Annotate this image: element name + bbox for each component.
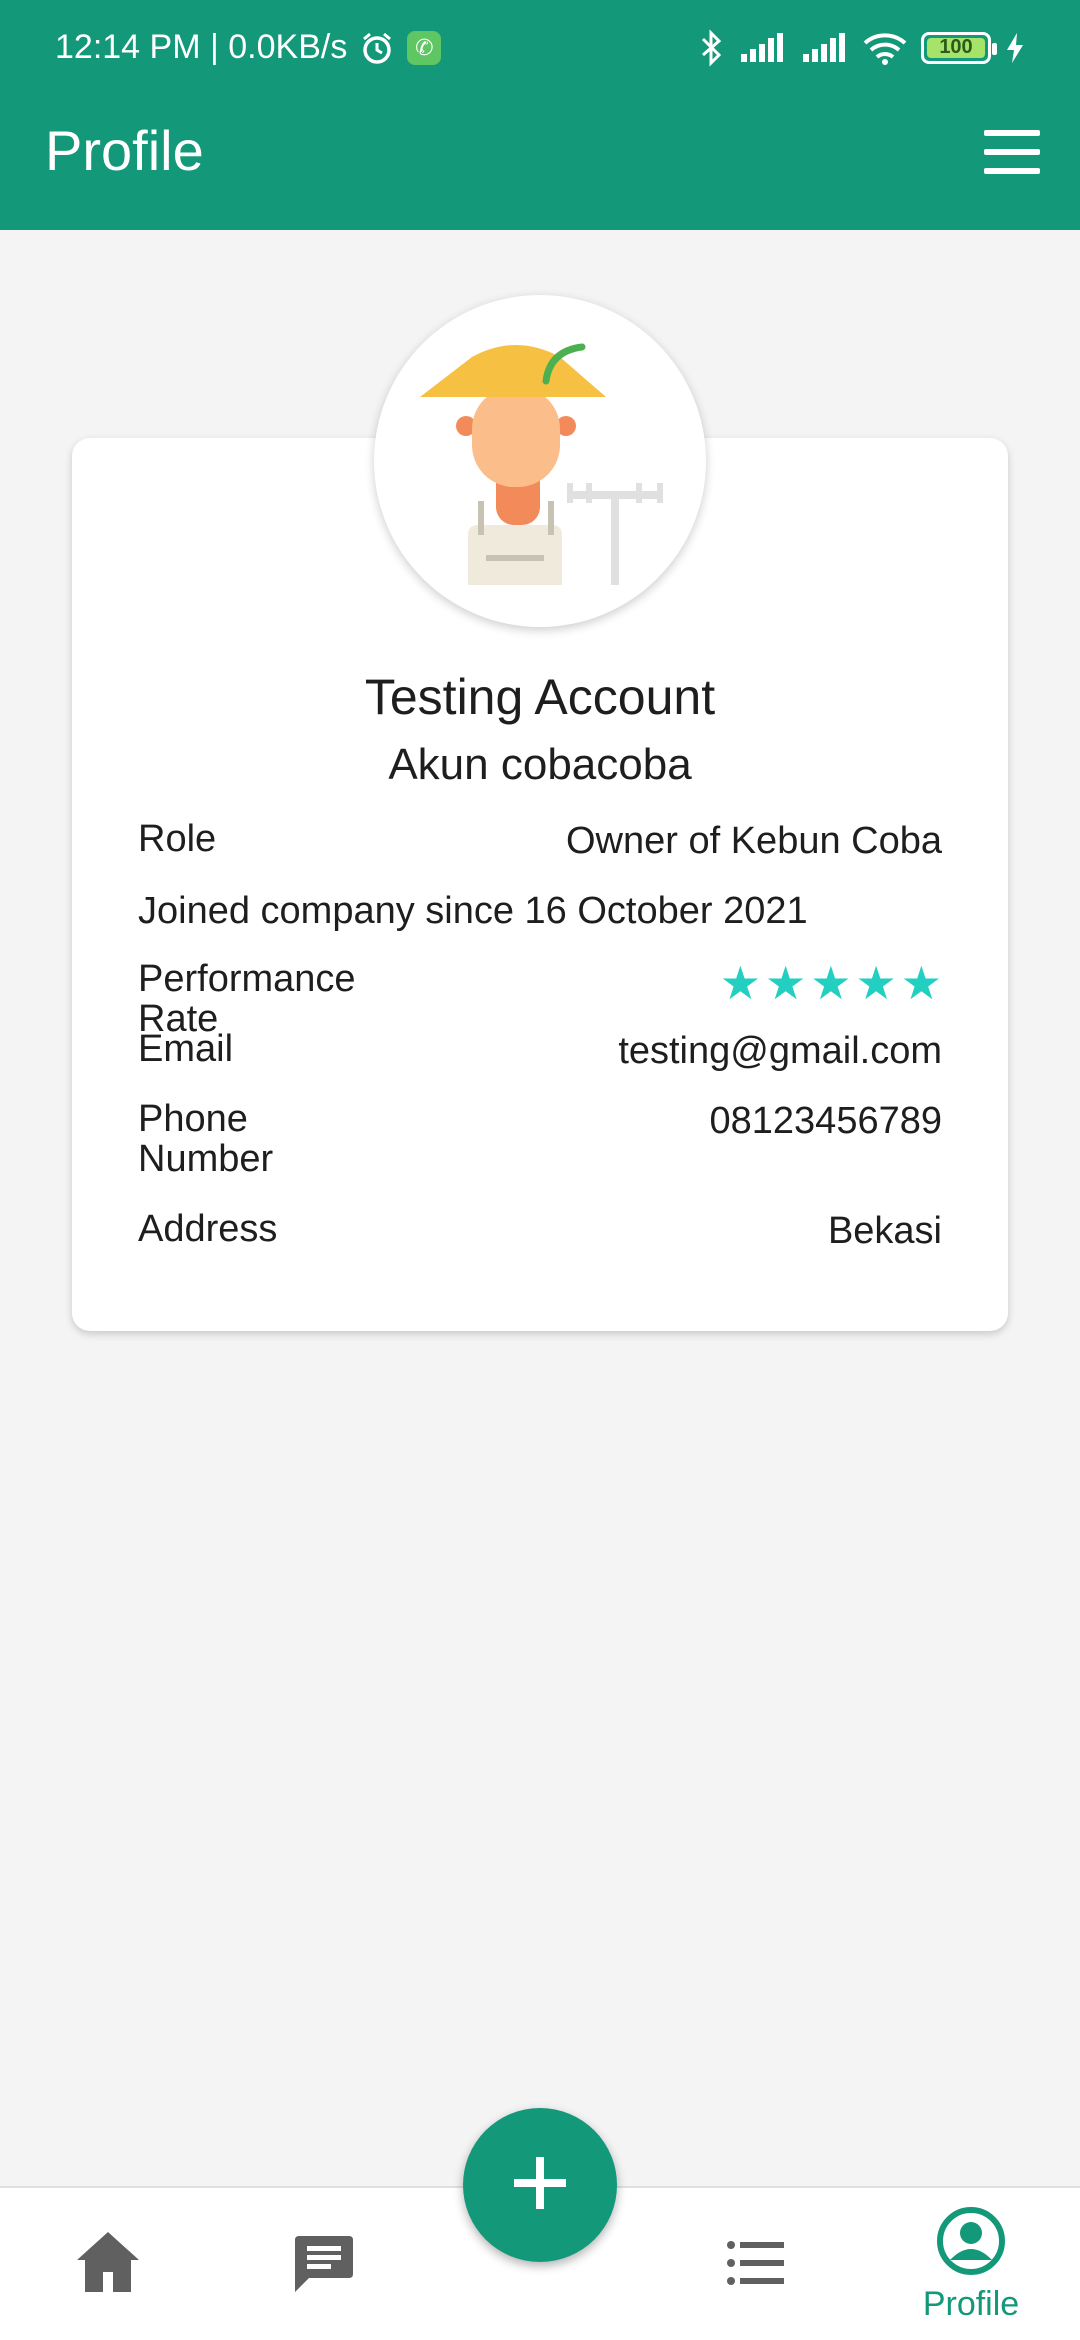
joined-row: Joined company since 16 October 2021 bbox=[138, 890, 942, 933]
add-button[interactable] bbox=[463, 2108, 617, 2262]
alarm-icon bbox=[359, 30, 395, 66]
profile-username: Akun cobacoba bbox=[388, 740, 692, 789]
whatsapp-icon: ✆ bbox=[407, 30, 442, 65]
home-icon bbox=[73, 2228, 143, 2303]
signal-icon bbox=[801, 32, 849, 64]
chat-icon bbox=[293, 2232, 355, 2299]
phone-value: 08123456789 bbox=[709, 1100, 942, 1142]
star-icon: ★ bbox=[855, 957, 897, 1009]
profile-name: Testing Account bbox=[364, 669, 716, 725]
email-label: Email bbox=[138, 1028, 234, 1070]
wifi-icon bbox=[863, 31, 907, 65]
address-row: Address Bekasi bbox=[138, 1208, 942, 1253]
address-value: Bekasi bbox=[827, 1210, 942, 1252]
email-row: Email testing@gmail.com bbox=[138, 1028, 942, 1073]
farmer-avatar-icon bbox=[374, 295, 706, 627]
app-bar: 12:14 PM | 0.0KB/s ✆ 100 Profile bbox=[0, 0, 1080, 230]
status-time: 12:14 PM | 0.0KB/s bbox=[55, 28, 348, 66]
nav-profile-label: Profile bbox=[922, 2285, 1020, 2323]
nav-profile[interactable]: Profile bbox=[900, 2188, 1042, 2340]
battery-icon: 100 bbox=[921, 31, 997, 64]
role-row: Role Owner of Kebun Coba bbox=[138, 818, 942, 863]
star-icon: ★ bbox=[765, 957, 807, 1009]
star-icon: ★ bbox=[900, 957, 942, 1009]
role-label: Role bbox=[138, 818, 217, 860]
profile-icon bbox=[936, 2206, 1006, 2281]
phone-label: Phone Number bbox=[138, 1098, 274, 1180]
performance-row: Performance Rate ★ ★ ★ ★ ★ bbox=[138, 959, 942, 1040]
phone-row: Phone Number 08123456789 bbox=[138, 1098, 942, 1180]
joined-text: Joined company since 16 October 2021 bbox=[138, 890, 808, 932]
signal-icon bbox=[739, 32, 787, 64]
star-icon: ★ bbox=[719, 957, 761, 1009]
nav-list[interactable] bbox=[688, 2188, 824, 2340]
nav-chat[interactable] bbox=[256, 2188, 392, 2340]
status-bar: 12:14 PM | 0.0KB/s ✆ 100 bbox=[0, 0, 1080, 95]
battery-level: 100 bbox=[939, 36, 973, 58]
hamburger-menu-icon[interactable] bbox=[984, 130, 1040, 174]
address-label: Address bbox=[138, 1208, 278, 1250]
nav-home[interactable] bbox=[40, 2188, 176, 2340]
plus-icon bbox=[512, 2155, 568, 2216]
email-value: testing@gmail.com bbox=[618, 1030, 942, 1072]
page-title: Profile bbox=[45, 119, 204, 182]
bluetooth-icon bbox=[699, 28, 725, 67]
list-icon bbox=[726, 2238, 786, 2293]
role-value: Owner of Kebun Coba bbox=[565, 820, 942, 862]
performance-stars: ★ ★ ★ ★ ★ bbox=[720, 960, 942, 1040]
charging-icon bbox=[1005, 32, 1025, 64]
star-icon: ★ bbox=[810, 957, 852, 1009]
